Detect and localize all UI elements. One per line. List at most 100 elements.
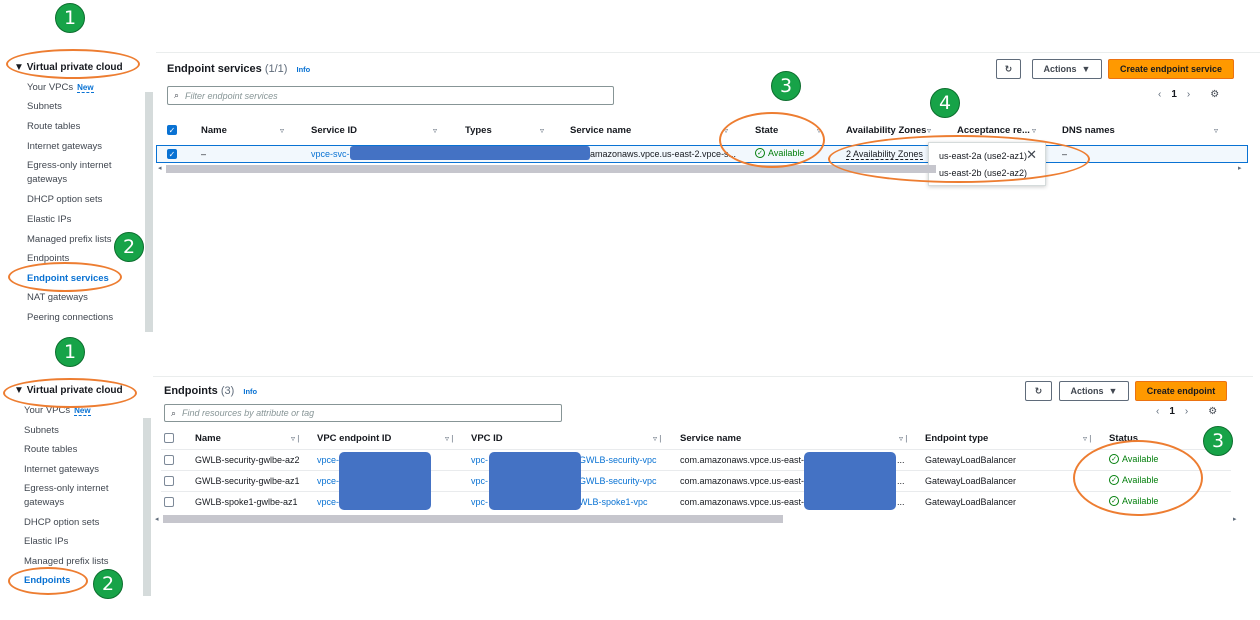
sidebar-scrollbar[interactable] xyxy=(145,92,153,332)
search-icon: ⌕ xyxy=(174,90,180,100)
redaction xyxy=(339,452,431,510)
refresh-button[interactable]: ↻ xyxy=(1025,381,1052,401)
row-endpoint-id[interactable]: vpce- xyxy=(317,455,339,465)
sidebar-item-subnets[interactable]: Subnets xyxy=(27,100,62,113)
actions-button[interactable]: Actions ▼ xyxy=(1032,59,1102,79)
sidebar-item-elastic-ips[interactable]: Elastic IPs xyxy=(27,213,71,226)
caret-down-icon: ▼ xyxy=(1108,386,1118,396)
chevron-left-icon[interactable]: ‹ xyxy=(1156,406,1159,417)
title-count: (1/1) xyxy=(264,63,288,75)
column-header-name[interactable]: Name xyxy=(201,125,227,136)
sort-icon[interactable]: ▿ xyxy=(280,126,284,135)
sidebar-item-egress-only[interactable]: Egress-only internet xyxy=(27,159,111,172)
highlight-oval xyxy=(8,262,122,292)
scroll-right-icon[interactable]: ▸ xyxy=(1233,515,1237,523)
sidebar-item-nat-gateways[interactable]: NAT gateways xyxy=(27,291,88,304)
sort-icon[interactable]: ▿ | xyxy=(445,434,453,443)
sidebar-item-peering[interactable]: Peering connections xyxy=(27,311,113,324)
sidebar-item-dhcp[interactable]: DHCP option sets xyxy=(27,193,102,206)
column-header-vpc-endpoint-id[interactable]: VPC endpoint ID xyxy=(317,433,391,444)
refresh-button[interactable]: ↻ xyxy=(996,59,1021,79)
sort-icon[interactable]: ▿ xyxy=(433,126,437,135)
sidebar-item-route-tables[interactable]: Route tables xyxy=(27,120,80,133)
column-header-service-id[interactable]: Service ID xyxy=(311,125,357,136)
search-input[interactable]: ⌕ Filter endpoint services xyxy=(167,86,614,105)
sort-icon[interactable]: ▿ xyxy=(927,126,931,135)
select-all-checkbox[interactable]: ✓ xyxy=(167,125,177,135)
row-vpc-name[interactable]: WLB-spoke1-vpc xyxy=(579,497,648,507)
search-placeholder: Find resources by attribute or tag xyxy=(182,408,315,418)
row-endpoint-id[interactable]: vpce- xyxy=(317,497,339,507)
horizontal-scrollbar[interactable] xyxy=(166,165,936,173)
sidebar-item-egress-only[interactable]: Egress-only internet xyxy=(24,482,108,495)
sidebar-item-your-vpcs[interactable]: Your VPCs New xyxy=(27,81,94,94)
chevron-right-icon[interactable]: › xyxy=(1185,406,1188,417)
caret-down-icon: ▼ xyxy=(1081,64,1091,74)
redaction xyxy=(489,452,581,510)
sidebar-item-elastic-ips[interactable]: Elastic IPs xyxy=(24,535,68,548)
scroll-left-icon[interactable]: ◂ xyxy=(155,515,159,523)
row-checkbox[interactable] xyxy=(164,497,174,507)
row-name: – xyxy=(201,149,207,159)
sidebar-item-internet-gateways[interactable]: Internet gateways xyxy=(27,140,102,153)
sidebar-item-prefix-lists[interactable]: Managed prefix lists xyxy=(24,555,108,568)
row-vpc-name[interactable]: GWLB-security-vpc xyxy=(579,476,657,486)
create-endpoint-service-button[interactable]: Create endpoint service xyxy=(1108,59,1234,79)
page-number[interactable]: 1 xyxy=(1169,406,1175,417)
sidebar-item-route-tables[interactable]: Route tables xyxy=(24,443,77,456)
annotation-badge-1: 1 xyxy=(55,3,85,33)
sort-icon[interactable]: ▿ | xyxy=(653,434,661,443)
gear-icon[interactable]: ⚙ xyxy=(1210,89,1219,100)
row-endpoint-id[interactable]: vpce- xyxy=(317,476,339,486)
sidebar-item-egress-only-cont[interactable]: gateways xyxy=(24,496,64,509)
page-number[interactable]: 1 xyxy=(1171,89,1177,100)
chevron-right-icon[interactable]: › xyxy=(1187,89,1190,100)
title-text: Endpoints xyxy=(164,385,218,397)
row-checkbox[interactable] xyxy=(164,455,174,465)
row-checkbox[interactable] xyxy=(164,476,174,486)
actions-button[interactable]: Actions ▼ xyxy=(1059,381,1129,401)
sort-icon[interactable]: ▿ xyxy=(1032,126,1036,135)
sort-icon[interactable]: ▿ | xyxy=(899,434,907,443)
row-vpc-prefix[interactable]: vpc- xyxy=(471,455,488,465)
scroll-left-icon[interactable]: ◂ xyxy=(158,164,162,172)
highlight-oval xyxy=(3,378,137,408)
row-vpc-name[interactable]: GWLB-security-vpc xyxy=(579,455,657,465)
sidebar-item-prefix-lists[interactable]: Managed prefix lists xyxy=(27,233,111,246)
sort-icon[interactable]: ▿ | xyxy=(1083,434,1091,443)
sidebar-item-dhcp[interactable]: DHCP option sets xyxy=(24,516,99,529)
sort-icon[interactable]: ▿ xyxy=(1214,126,1218,135)
row-service-id[interactable]: vpce-svc- xyxy=(311,149,350,159)
create-label: Create endpoint service xyxy=(1119,64,1223,74)
sort-icon[interactable]: ▿ xyxy=(540,126,544,135)
row-checkbox[interactable]: ✓ xyxy=(167,149,177,159)
column-header-availability-zones[interactable]: Availability Zones xyxy=(846,125,926,136)
info-link[interactable]: Info xyxy=(243,387,257,396)
annotation-badge-2: 2 xyxy=(114,232,144,262)
column-header-vpc-id[interactable]: VPC ID xyxy=(471,433,503,444)
highlight-oval xyxy=(1073,440,1203,516)
redaction xyxy=(804,452,896,510)
chevron-left-icon[interactable]: ‹ xyxy=(1158,89,1161,100)
sidebar-scrollbar[interactable] xyxy=(143,418,151,596)
select-all-checkbox[interactable] xyxy=(164,433,174,443)
row-vpc-prefix[interactable]: vpc- xyxy=(471,476,488,486)
column-header-endpoint-type[interactable]: Endpoint type xyxy=(925,433,988,444)
column-header-service-name[interactable]: Service name xyxy=(570,125,631,136)
sidebar-item-subnets[interactable]: Subnets xyxy=(24,424,59,437)
create-label: Create endpoint xyxy=(1146,386,1216,396)
column-header-types[interactable]: Types xyxy=(465,125,492,136)
column-header-name[interactable]: Name xyxy=(195,433,221,444)
info-link[interactable]: Info xyxy=(297,65,311,74)
gear-icon[interactable]: ⚙ xyxy=(1208,406,1217,417)
column-header-dns-names[interactable]: DNS names xyxy=(1062,125,1115,136)
sidebar-item-egress-only-cont[interactable]: gateways xyxy=(27,173,67,186)
horizontal-scrollbar[interactable] xyxy=(163,515,783,523)
create-endpoint-button[interactable]: Create endpoint xyxy=(1135,381,1227,401)
column-header-service-name[interactable]: Service name xyxy=(680,433,741,444)
search-input[interactable]: ⌕ Find resources by attribute or tag xyxy=(164,404,562,422)
row-vpc-prefix[interactable]: vpc- xyxy=(471,497,488,507)
scroll-right-icon[interactable]: ▸ xyxy=(1238,164,1242,172)
sort-icon[interactable]: ▿ | xyxy=(291,434,299,443)
sidebar-item-internet-gateways[interactable]: Internet gateways xyxy=(24,463,99,476)
